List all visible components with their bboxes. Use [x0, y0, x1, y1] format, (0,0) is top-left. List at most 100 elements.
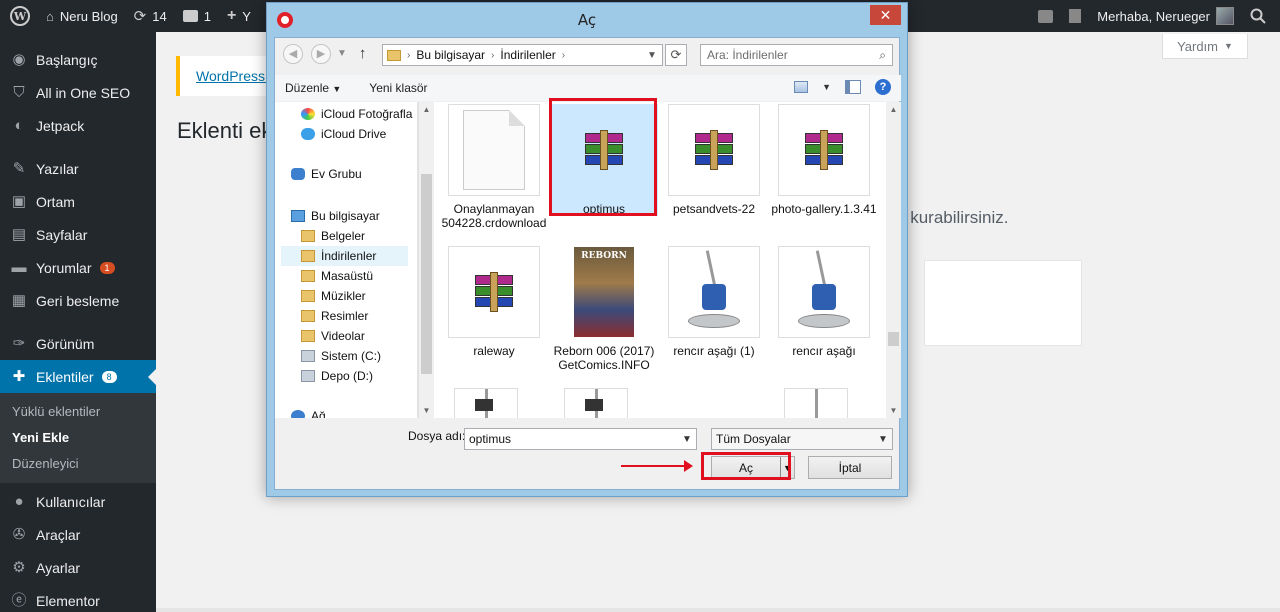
menu-label: Geri besleme [36, 292, 120, 309]
filetype-select[interactable]: Tüm Dosyalar ▼ [711, 428, 893, 450]
dialog-title: Aç [577, 11, 597, 29]
scroll-down-icon[interactable]: ▼ [886, 403, 901, 418]
close-icon: ✕ [879, 6, 892, 23]
scroll-up-icon[interactable]: ▲ [419, 102, 434, 117]
recent-dropdown-icon[interactable]: ▼ [337, 48, 347, 59]
partial-thumbnail[interactable] [784, 388, 848, 418]
organize-menu[interactable]: Düzenle ▼ [285, 81, 341, 95]
comment-icon: ▬ [11, 258, 27, 276]
nav-icloud-photos[interactable]: iCloud Fotoğrafla [301, 104, 412, 124]
nav-drive-d[interactable]: Depo (D:) [301, 366, 373, 386]
plugins-submenu: Yüklü eklentiler Yeni Ekle Düzenleyici [0, 393, 156, 483]
nav-documents[interactable]: Belgeler [301, 226, 365, 246]
chat-icon[interactable] [1030, 0, 1061, 32]
scrollbar-thumb[interactable] [888, 332, 899, 346]
nav-music[interactable]: Müzikler [301, 286, 366, 306]
filename-input[interactable]: optimus ▼ [464, 428, 697, 450]
opera-icon [277, 12, 293, 28]
breadcrumb-computer[interactable]: Bu bilgisayar [416, 48, 485, 62]
scroll-down-icon[interactable]: ▼ [419, 403, 434, 418]
search-input[interactable]: Ara: İndirilenler ⌕ [700, 44, 893, 66]
feedback-icon: ▦ [11, 291, 27, 309]
menu-plugins[interactable]: ✚ Eklentiler 8 [0, 360, 156, 393]
new-content-link[interactable]: + Y [219, 0, 259, 32]
nav-desktop[interactable]: Masaüstü [301, 266, 373, 286]
archive-icon [448, 246, 540, 338]
wordpress-logo-icon[interactable]: W [0, 0, 38, 32]
scroll-up-icon[interactable]: ▲ [886, 102, 901, 117]
nav-pane-scrollbar[interactable]: ▲ ▼ [418, 102, 433, 418]
partial-thumbnail[interactable] [454, 388, 518, 418]
photos-icon [301, 108, 315, 120]
nav-this-pc[interactable]: Bu bilgisayar [291, 206, 380, 226]
nav-label: Sistem (C:) [321, 349, 381, 363]
close-button[interactable]: ✕ [870, 5, 901, 25]
chevron-down-icon[interactable]: ▼ [642, 50, 662, 61]
submenu-add-new[interactable]: Yeni Ekle [0, 425, 156, 451]
trash-icon[interactable] [1061, 0, 1089, 32]
refresh-icon: ⟳ [133, 8, 147, 25]
comments-link[interactable]: 1 [175, 0, 219, 32]
menu-label: Elementor [36, 592, 100, 609]
nav-label: Bu bilgisayar [311, 209, 380, 223]
menu-elementor[interactable]: ⓔ Elementor [0, 584, 156, 612]
refresh-button[interactable]: ⟳ [665, 44, 687, 66]
menu-seo[interactable]: ⛉ All in One SEO [0, 76, 156, 109]
back-arrow-icon[interactable]: ◀ [283, 43, 303, 64]
chevron-down-icon[interactable]: ▼ [874, 434, 892, 445]
scrollbar-thumb[interactable] [421, 174, 432, 374]
file-item[interactable]: Onaylanmayan 504228.crdownload [440, 104, 548, 230]
file-item[interactable]: photo-gallery.1.3.41 [770, 104, 878, 216]
folder-icon [301, 330, 315, 342]
nav-homegroup[interactable]: Ev Grubu [291, 164, 362, 184]
file-item[interactable]: rencır aşağı [770, 246, 878, 358]
help-icon[interactable]: ? [875, 79, 891, 95]
nav-downloads[interactable]: İndirilenler [281, 246, 408, 266]
address-bar[interactable]: › Bu bilgisayar › İndirilenler › ▼ [382, 44, 663, 66]
search-icon[interactable] [1242, 0, 1280, 32]
menu-appearance[interactable]: ✑ Görünüm [0, 327, 156, 360]
menu-comments[interactable]: ▬ Yorumlar 1 [0, 251, 156, 284]
submenu-editor[interactable]: Düzenleyici [0, 451, 156, 477]
partial-thumbnail[interactable] [564, 388, 628, 418]
menu-media[interactable]: ▣ Ortam [0, 185, 156, 218]
dialog-titlebar[interactable]: Aç ✕ [267, 3, 907, 37]
file-item[interactable]: REBORN Reborn 006 (2017) GetComics.INFO [550, 246, 658, 372]
plus-icon: + [226, 7, 237, 24]
file-item[interactable]: petsandvets-22 [660, 104, 768, 216]
nav-label: İndirilenler [321, 249, 377, 263]
preview-pane-icon[interactable] [845, 80, 861, 94]
file-list-scrollbar[interactable]: ▲ ▼ [886, 102, 901, 418]
updates-link[interactable]: ⟳ 14 [126, 0, 175, 32]
breadcrumb-downloads[interactable]: İndirilenler [500, 48, 555, 62]
up-arrow-icon[interactable]: ↑ [359, 45, 367, 62]
notice-link[interactable]: WordPress 4 [196, 68, 277, 84]
nav-label: Depo (D:) [321, 369, 374, 383]
submenu-installed-plugins[interactable]: Yüklü eklentiler [0, 399, 156, 425]
cancel-button[interactable]: İptal [808, 456, 892, 479]
nav-icloud-drive[interactable]: iCloud Drive [301, 124, 386, 144]
new-folder-button[interactable]: Yeni klasör [369, 81, 427, 95]
menu-users[interactable]: ● Kullanıcılar [0, 485, 156, 518]
nav-network[interactable]: Ağ [291, 406, 326, 418]
menu-feedback[interactable]: ▦ Geri besleme [0, 284, 156, 317]
menu-settings[interactable]: ⚙ Ayarlar [0, 551, 156, 584]
file-item[interactable]: raleway [440, 246, 548, 358]
site-name-link[interactable]: ⌂ Neru Blog [38, 0, 126, 32]
caret-down-icon[interactable]: ▼ [822, 82, 831, 92]
help-tab[interactable]: Yardım ▼ [1162, 34, 1248, 59]
view-options-icon[interactable] [794, 81, 809, 93]
chevron-down-icon[interactable]: ▼ [678, 434, 696, 445]
file-item[interactable]: rencır aşağı (1) [660, 246, 768, 358]
menu-pages[interactable]: ▤ Sayfalar [0, 218, 156, 251]
menu-jetpack[interactable]: ◐ Jetpack [0, 109, 156, 142]
nav-pictures[interactable]: Resimler [301, 306, 368, 326]
file-name: raleway [473, 344, 515, 358]
nav-videos[interactable]: Videolar [301, 326, 365, 346]
forward-arrow-icon[interactable]: ▶ [311, 43, 331, 64]
account-menu[interactable]: Merhaba, Nerueger [1089, 0, 1242, 32]
menu-tools[interactable]: ✇ Araçlar [0, 518, 156, 551]
nav-drive-c[interactable]: Sistem (C:) [301, 346, 381, 366]
menu-posts[interactable]: ✎ Yazılar [0, 152, 156, 185]
menu-dashboard[interactable]: ◉ Başlangıç [0, 43, 156, 76]
